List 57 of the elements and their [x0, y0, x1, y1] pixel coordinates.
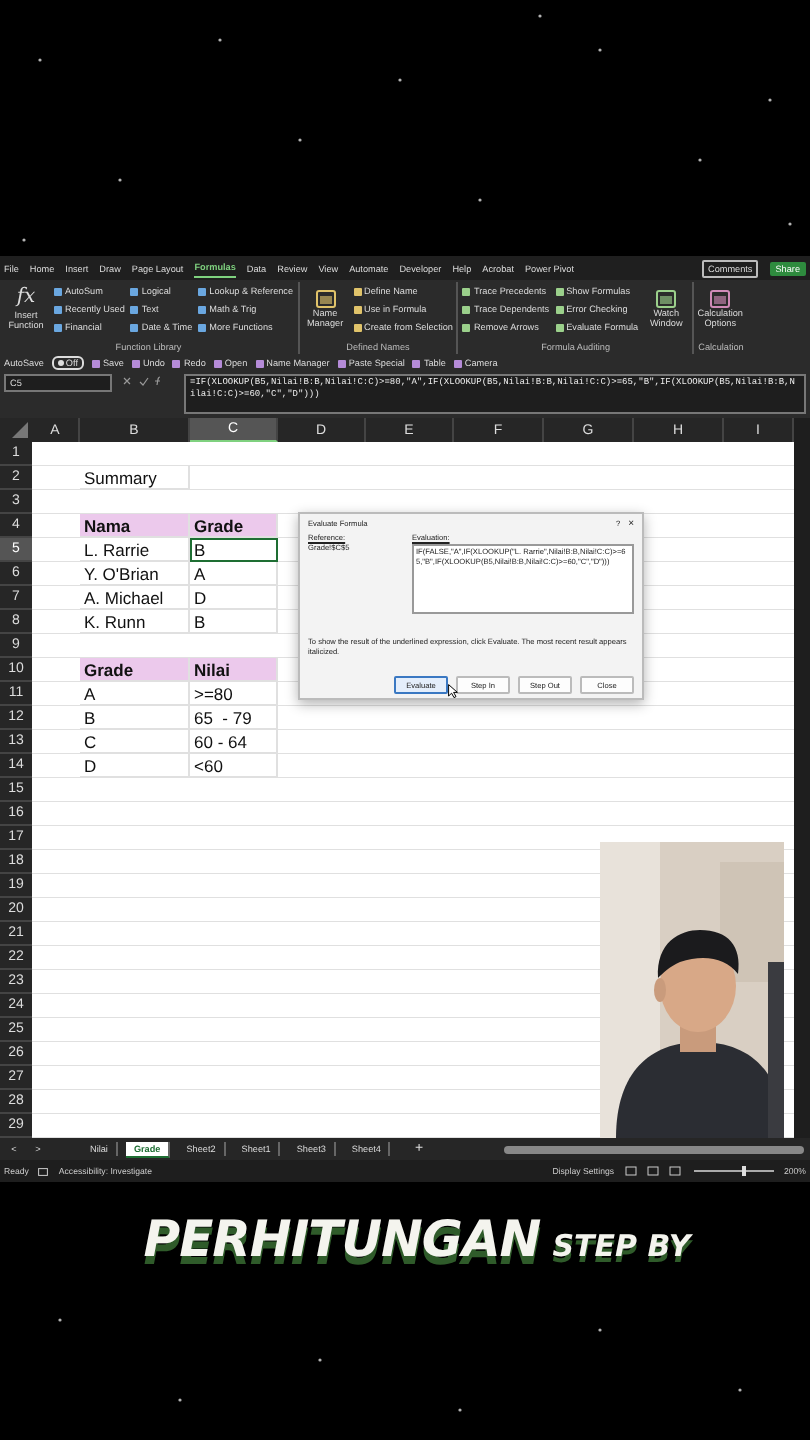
view-icons[interactable]: [624, 1166, 684, 1176]
sheet-cell: B: [80, 706, 190, 730]
vertical-scrollbar[interactable]: [794, 418, 810, 1138]
square-icon: [172, 359, 181, 367]
square-icon: [54, 305, 62, 313]
square-icon: [462, 287, 471, 295]
sheet-cell: A. Michael: [80, 586, 190, 610]
sheet-cell: K. Runn: [80, 610, 190, 634]
sheet-cell: B: [190, 610, 278, 634]
sheet-cell: B: [190, 538, 278, 562]
sheet-cell: C: [80, 730, 190, 754]
square-icon: [130, 287, 139, 295]
knob-icon: [57, 360, 64, 366]
sheet-cell: Summary: [80, 466, 190, 490]
square-icon: [255, 359, 264, 367]
sheet-cell: D: [190, 586, 278, 610]
square-icon: [353, 287, 362, 295]
caption-headline: PERHITUNGAN: [143, 1210, 541, 1268]
square-icon: [54, 287, 62, 295]
sheet-cell: Grade: [80, 658, 190, 682]
square-icon: [198, 305, 207, 313]
square-icon: [198, 287, 207, 295]
square-icon: [130, 323, 139, 331]
square-icon: [91, 359, 100, 367]
square-icon: [353, 305, 362, 313]
square-icon: [198, 323, 207, 331]
sheet-cell: 60 - 64: [190, 730, 278, 754]
sheet-cell: L. Rarrie: [80, 538, 190, 562]
square-icon: [555, 323, 564, 331]
square-icon: [462, 305, 471, 313]
square-icon: [412, 359, 421, 367]
sheet-cell: A: [80, 682, 190, 706]
sheet-cell: Grade: [190, 514, 278, 538]
square-icon: [555, 305, 564, 313]
sheet-icon: [38, 1167, 49, 1175]
sheet-cell: Nilai: [190, 658, 278, 682]
square-icon: [453, 359, 462, 367]
sheet-cell: D: [80, 754, 190, 778]
window-icon: [656, 289, 677, 308]
square-icon: [337, 359, 346, 367]
sheet-cell: >=80: [190, 682, 278, 706]
square-icon: [462, 323, 471, 331]
square-icon: [54, 323, 62, 331]
sheet-cell: Nama: [80, 514, 190, 538]
square-icon: [353, 323, 362, 331]
sheet-cell: Y. O'Brian: [80, 562, 190, 586]
horizontal-scrollbar[interactable]: [504, 1145, 804, 1153]
sheet-cell: <60: [190, 754, 278, 778]
window-icon: [315, 289, 336, 308]
square-icon: [213, 359, 222, 367]
sheet-cell: 65 - 79: [190, 706, 278, 730]
window-icon: [710, 289, 731, 308]
sheet-cell: A: [190, 562, 278, 586]
square-icon: [130, 305, 139, 313]
square-icon: [131, 359, 140, 367]
caption-subline: STEP BY: [552, 1228, 691, 1264]
square-icon: [555, 287, 564, 295]
